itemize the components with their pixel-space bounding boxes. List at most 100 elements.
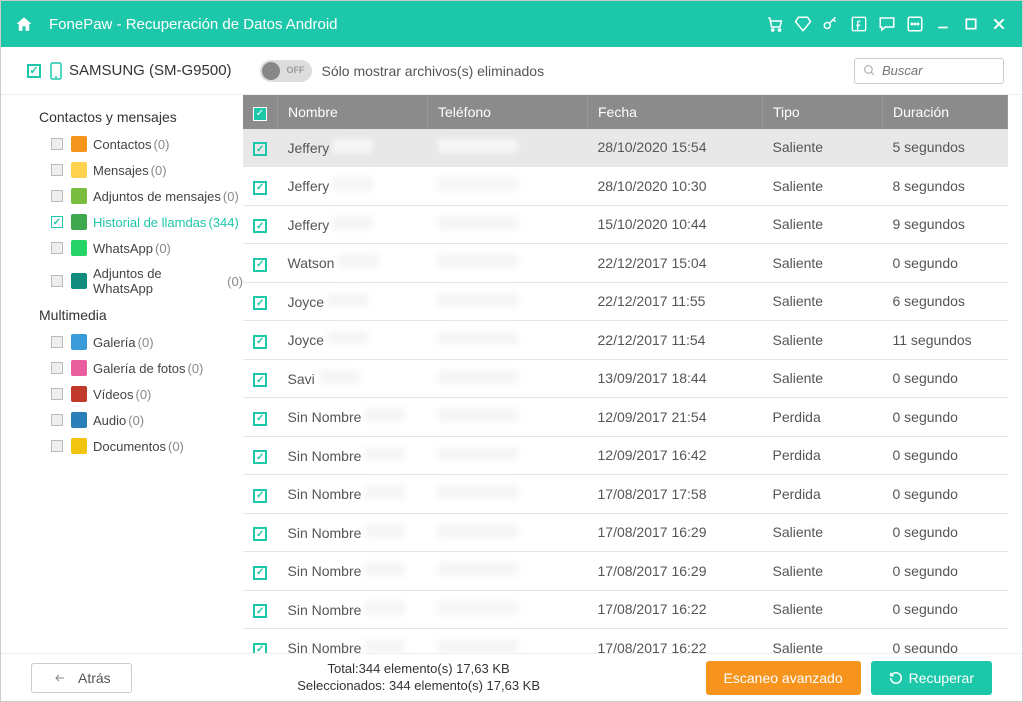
row-checkbox[interactable] xyxy=(253,335,267,349)
cell-type: Saliente xyxy=(763,552,883,591)
sidebar-item[interactable]: Galería de fotos (0) xyxy=(15,355,243,381)
filter-toggle[interactable]: OFF xyxy=(260,60,312,82)
sidebar-item-label: Vídeos xyxy=(93,387,133,402)
cell-name: Joyce xyxy=(278,282,428,321)
sidebar-item-count: (0) xyxy=(227,274,243,289)
cell-type: Saliente xyxy=(763,359,883,398)
device-checkbox[interactable] xyxy=(27,64,41,78)
col-checkbox[interactable]: ✓ xyxy=(243,95,278,129)
app-title: FonePaw - Recuperación de Datos Android xyxy=(49,16,766,33)
sidebar-item[interactable]: Audio (0) xyxy=(15,407,243,433)
sidebar-checkbox[interactable] xyxy=(51,414,63,426)
col-phone[interactable]: Teléfono xyxy=(428,95,588,129)
home-icon[interactable] xyxy=(15,15,33,33)
maximize-icon[interactable] xyxy=(962,15,980,33)
cell-duration: 6 segundos xyxy=(883,282,1008,321)
sidebar-item[interactable]: Historial de llamdas (344) xyxy=(15,209,243,235)
cell-duration: 0 segundo xyxy=(883,590,1008,629)
table-row[interactable]: Joyce 22/12/2017 11:54Saliente11 segundo… xyxy=(243,321,1008,360)
sidebar-checkbox[interactable] xyxy=(51,164,63,176)
cell-type: Perdida xyxy=(763,475,883,514)
table-row[interactable]: Sin Nombre 17/08/2017 16:22Saliente0 seg… xyxy=(243,629,1008,654)
cell-duration: 0 segundo xyxy=(883,244,1008,283)
sidebar-item-count: (0) xyxy=(154,137,170,152)
table-row[interactable]: Jeffery 28/10/2020 10:30Saliente8 segund… xyxy=(243,167,1008,206)
advanced-scan-button[interactable]: Escaneo avanzado xyxy=(706,661,861,695)
sidebar-checkbox[interactable] xyxy=(51,388,63,400)
row-checkbox[interactable] xyxy=(253,258,267,272)
row-checkbox[interactable] xyxy=(253,489,267,503)
table-row[interactable]: Jeffery 15/10/2020 10:44Saliente9 segund… xyxy=(243,205,1008,244)
sidebar-checkbox[interactable] xyxy=(51,190,63,202)
table-row[interactable]: Watson 22/12/2017 15:04Saliente0 segundo xyxy=(243,244,1008,283)
row-checkbox[interactable] xyxy=(253,373,267,387)
row-checkbox[interactable] xyxy=(253,142,267,156)
sidebar-item[interactable]: Vídeos (0) xyxy=(15,381,243,407)
cell-phone xyxy=(428,244,588,283)
col-type[interactable]: Tipo xyxy=(763,95,883,129)
filter-toggle-label: Sólo mostrar archivos(s) eliminados xyxy=(322,63,545,79)
cell-type: Saliente xyxy=(763,282,883,321)
sidebar-item-count: (0) xyxy=(151,163,167,178)
sidebar-checkbox[interactable] xyxy=(51,138,63,150)
col-duration[interactable]: Duración xyxy=(883,95,1008,129)
cell-type: Saliente xyxy=(763,129,883,167)
cell-type: Saliente xyxy=(763,205,883,244)
row-checkbox[interactable] xyxy=(253,450,267,464)
sidebar-item[interactable]: Galería (0) xyxy=(15,329,243,355)
phone-icon xyxy=(49,62,63,80)
table-row[interactable]: Sin Nombre 12/09/2017 21:54Perdida0 segu… xyxy=(243,398,1008,437)
cell-duration: 9 segundos xyxy=(883,205,1008,244)
sidebar-item-label: Mensajes xyxy=(93,163,149,178)
sidebar-checkbox[interactable] xyxy=(51,362,63,374)
sidebar-item-icon xyxy=(71,438,87,454)
col-name[interactable]: Nombre xyxy=(278,95,428,129)
sidebar-item[interactable]: Adjuntos de mensajes (0) xyxy=(15,183,243,209)
row-checkbox[interactable] xyxy=(253,219,267,233)
cell-type: Perdida xyxy=(763,436,883,475)
search-input[interactable] xyxy=(882,63,995,78)
row-checkbox[interactable] xyxy=(253,296,267,310)
sidebar-item[interactable]: Contactos (0) xyxy=(15,131,243,157)
sidebar-item[interactable]: Adjuntos de WhatsApp (0) xyxy=(15,261,243,301)
sidebar-checkbox[interactable] xyxy=(51,336,63,348)
sidebar-item[interactable]: Mensajes (0) xyxy=(15,157,243,183)
row-checkbox[interactable] xyxy=(253,604,267,618)
cart-icon[interactable] xyxy=(766,15,784,33)
row-checkbox[interactable] xyxy=(253,566,267,580)
col-date[interactable]: Fecha xyxy=(588,95,763,129)
cell-date: 28/10/2020 15:54 xyxy=(588,129,763,167)
menu-icon[interactable] xyxy=(906,15,924,33)
minimize-icon[interactable] xyxy=(934,15,952,33)
facebook-icon[interactable] xyxy=(850,15,868,33)
row-checkbox[interactable] xyxy=(253,527,267,541)
table-row[interactable]: Sin Nombre 17/08/2017 17:58Perdida0 segu… xyxy=(243,475,1008,514)
table-row[interactable]: Savi 13/09/2017 18:44Saliente0 segundo xyxy=(243,359,1008,398)
row-checkbox[interactable] xyxy=(253,181,267,195)
sidebar-checkbox[interactable] xyxy=(51,275,63,287)
diamond-icon[interactable] xyxy=(794,15,812,33)
sidebar-checkbox[interactable] xyxy=(51,216,63,228)
sidebar-item[interactable]: WhatsApp (0) xyxy=(15,235,243,261)
table-row[interactable]: Sin Nombre 12/09/2017 16:42Perdida0 segu… xyxy=(243,436,1008,475)
cell-type: Saliente xyxy=(763,590,883,629)
cell-name: Savi xyxy=(278,359,428,398)
table-row[interactable]: Jeffery 28/10/2020 15:54Saliente5 segund… xyxy=(243,129,1008,167)
search-box[interactable] xyxy=(854,58,1004,84)
back-button[interactable]: Atrás xyxy=(31,663,132,693)
row-checkbox[interactable] xyxy=(253,643,267,654)
cell-date: 13/09/2017 18:44 xyxy=(588,359,763,398)
table-row[interactable]: Joyce 22/12/2017 11:55Saliente6 segundos xyxy=(243,282,1008,321)
sidebar-checkbox[interactable] xyxy=(51,440,63,452)
close-icon[interactable] xyxy=(990,15,1008,33)
row-checkbox[interactable] xyxy=(253,412,267,426)
key-icon[interactable] xyxy=(822,15,840,33)
sidebar-checkbox[interactable] xyxy=(51,242,63,254)
table-row[interactable]: Sin Nombre 17/08/2017 16:29Saliente0 seg… xyxy=(243,552,1008,591)
table-row[interactable]: Sin Nombre 17/08/2017 16:22Saliente0 seg… xyxy=(243,590,1008,629)
table-row[interactable]: Sin Nombre 17/08/2017 16:29Saliente0 seg… xyxy=(243,513,1008,552)
feedback-icon[interactable] xyxy=(878,15,896,33)
recover-button[interactable]: Recuperar xyxy=(871,661,992,695)
cell-name: Sin Nombre xyxy=(278,475,428,514)
sidebar-item[interactable]: Documentos (0) xyxy=(15,433,243,459)
